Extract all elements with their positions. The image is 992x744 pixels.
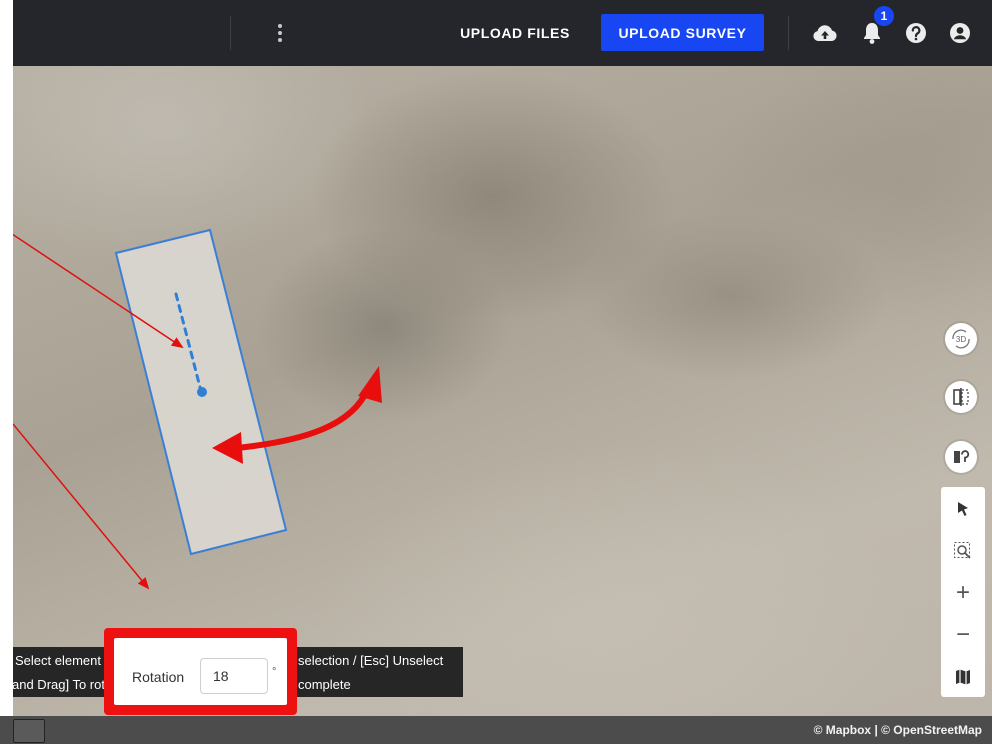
rotation-input[interactable] (200, 658, 268, 694)
upload-files-button[interactable]: UPLOAD FILES (445, 15, 585, 51)
more-vert-icon[interactable] (270, 20, 290, 46)
hint-text: Select element (15, 653, 101, 668)
rotation-label: Rotation (132, 669, 185, 685)
hint-text: selection / [Esc] Unselect (298, 653, 444, 668)
compare-split-icon[interactable] (945, 381, 977, 413)
notification-count-badge: 1 (874, 6, 894, 26)
svg-text:3D: 3D (956, 335, 966, 344)
toolbar-divider (230, 16, 231, 50)
zoom-in-icon[interactable]: + (941, 573, 985, 613)
cloud-upload-icon[interactable] (810, 18, 840, 48)
toolbar-divider (788, 16, 789, 50)
geolocate-icon[interactable] (945, 441, 977, 473)
zoom-out-icon[interactable]: − (941, 615, 985, 655)
map-footer: © Mapbox | © OpenStreetMap (0, 716, 992, 744)
hint-text: complete (298, 677, 351, 692)
help-icon[interactable] (901, 18, 931, 48)
map-scale-control[interactable] (13, 719, 45, 743)
satellite-map[interactable] (13, 66, 992, 716)
zoom-area-icon[interactable] (941, 531, 985, 571)
rotation-handle[interactable] (197, 387, 207, 397)
annotation-arrow (13, 423, 150, 590)
select-pointer-icon[interactable] (941, 489, 985, 529)
account-icon[interactable] (945, 18, 975, 48)
hint-text: and Drag] To rot (12, 677, 105, 692)
map-tool-stack: + − (941, 487, 985, 697)
map-attribution[interactable]: © Mapbox | © OpenStreetMap (814, 723, 982, 737)
left-margin (0, 0, 13, 744)
3d-view-icon[interactable]: 3D (945, 323, 977, 355)
basemap-icon[interactable] (941, 657, 985, 697)
degree-unit: ° (272, 666, 277, 678)
upload-survey-button[interactable]: UPLOAD SURVEY (601, 14, 764, 51)
rotation-panel: Rotation ° (114, 638, 287, 705)
